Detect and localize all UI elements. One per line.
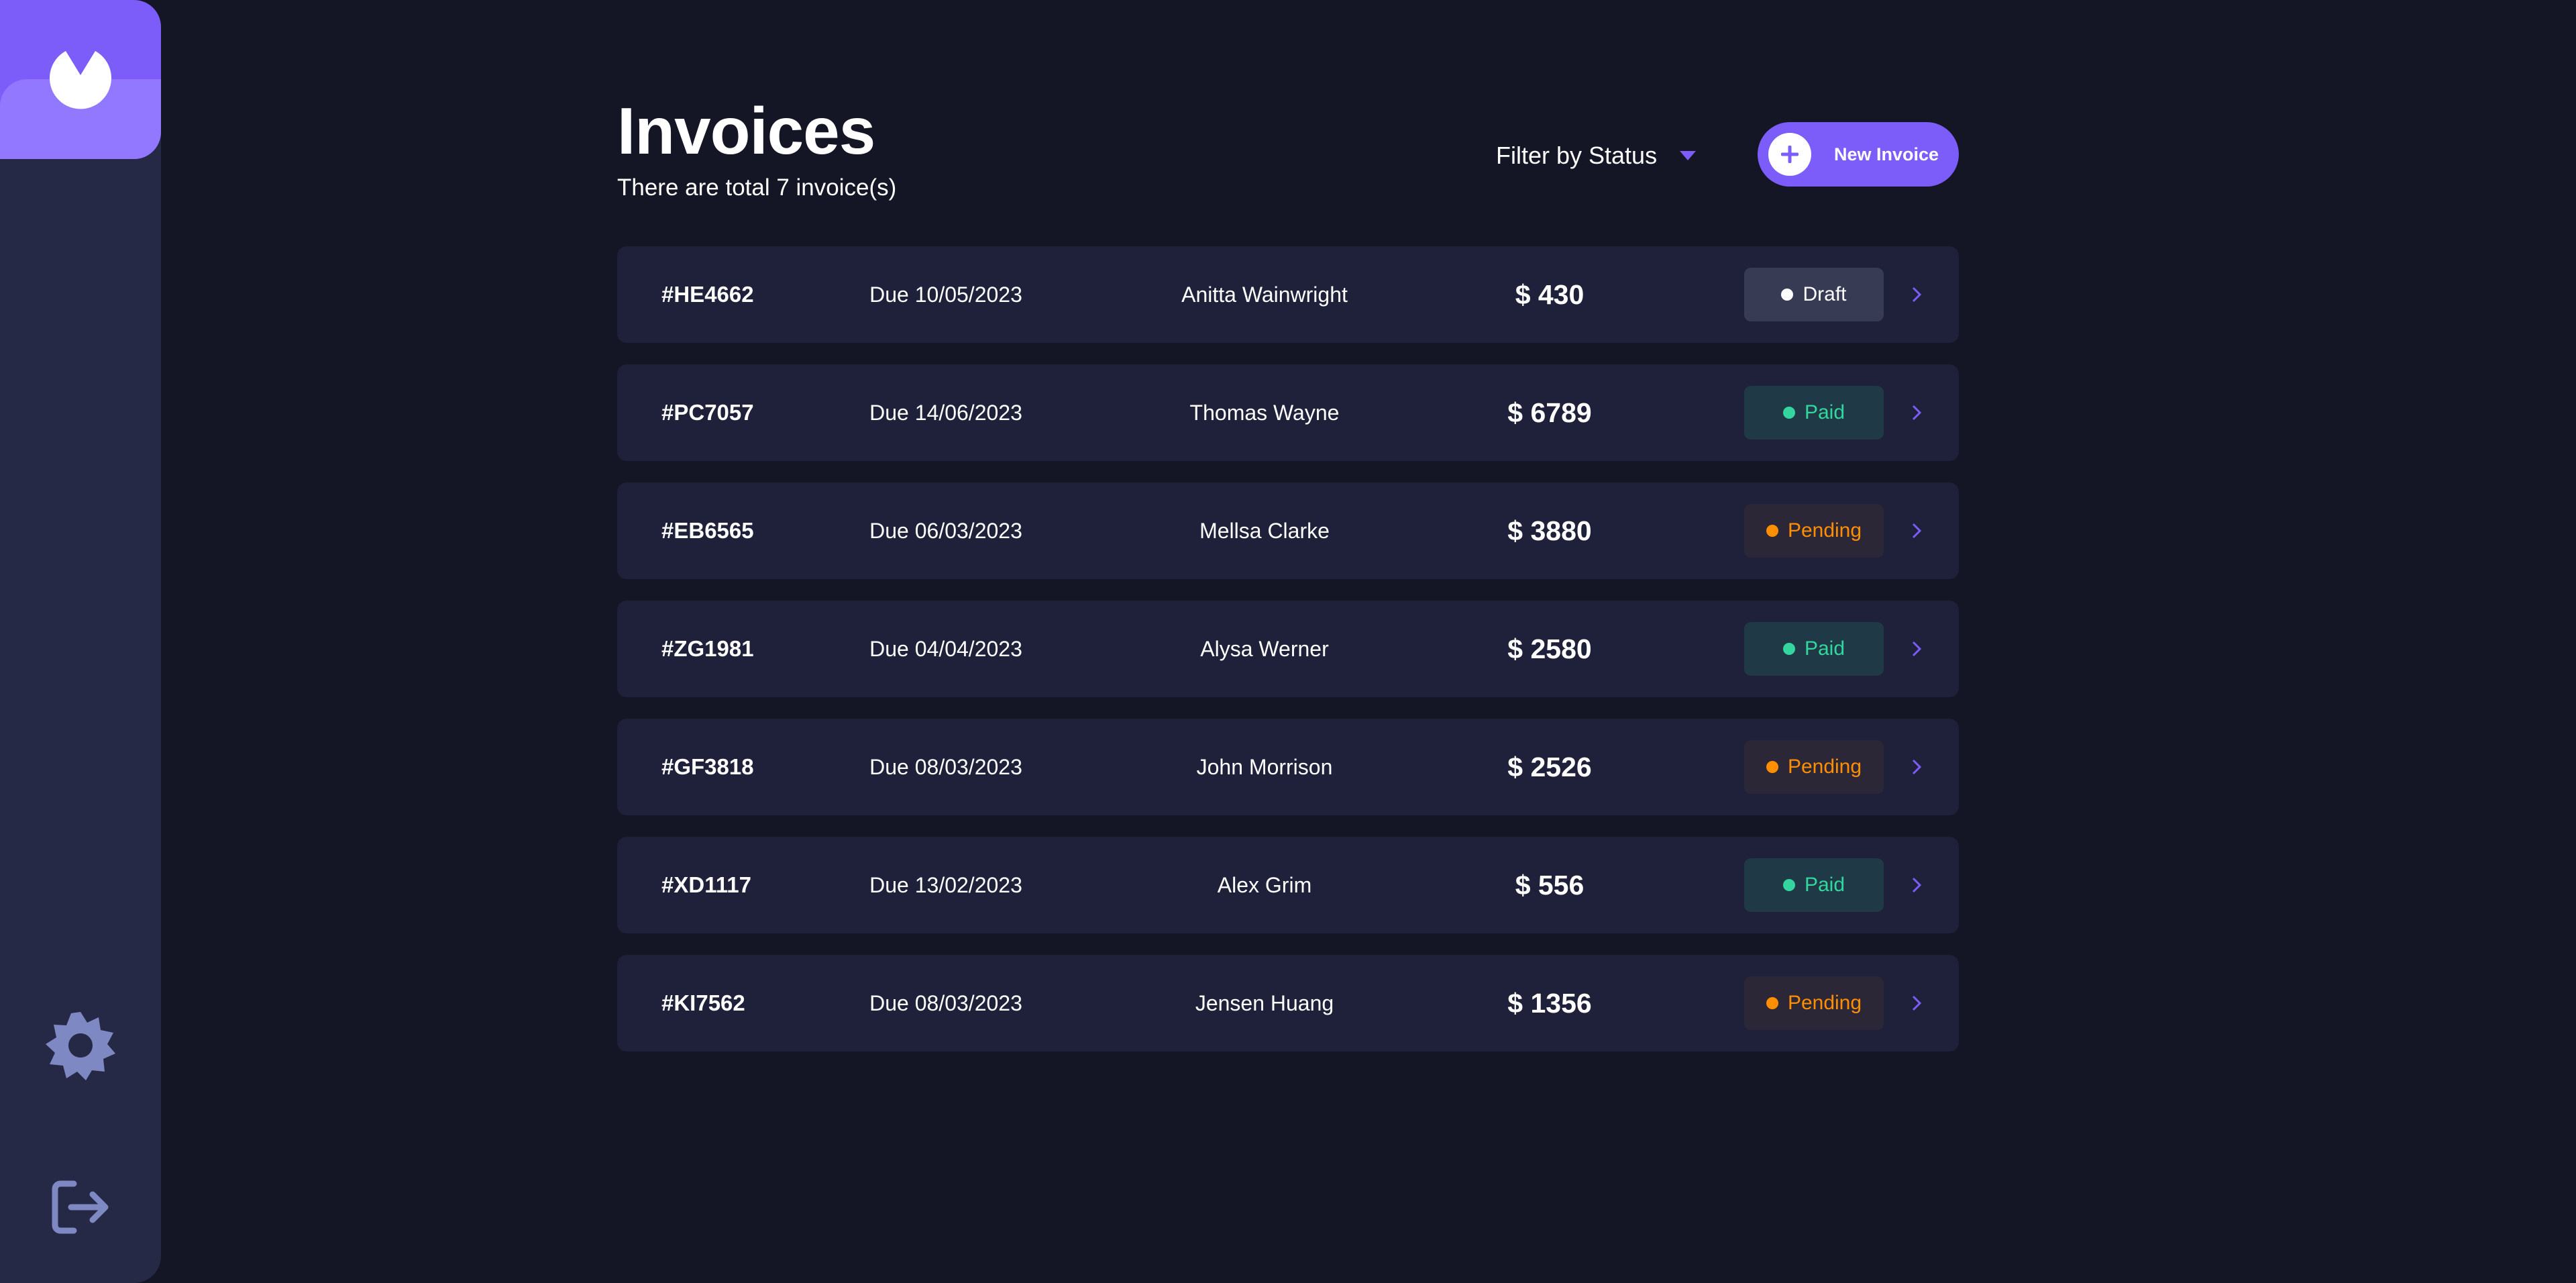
row-arrow: [1907, 955, 1927, 1051]
status-dot: [1782, 643, 1795, 655]
invoice-amount: $ 2526: [1507, 751, 1592, 782]
invoice-amount: $ 430: [1515, 278, 1585, 310]
invoice-amount: $ 6789: [1507, 397, 1592, 428]
status-dot: [1781, 289, 1794, 301]
status-dot: [1766, 525, 1778, 537]
status-cell: Pending: [1744, 719, 1884, 815]
row-arrow: [1907, 837, 1927, 933]
invoice-due-date: Due 04/04/2023: [869, 636, 1022, 661]
chevron-right-icon: [1912, 287, 1921, 303]
status-label: Paid: [1804, 637, 1845, 660]
status-label: Pending: [1787, 519, 1862, 542]
status-label: Pending: [1787, 756, 1862, 778]
caret-down-icon: [1680, 151, 1697, 160]
invoice-client-name: John Morrison: [1196, 754, 1333, 779]
invoice-id: #ZG1981: [661, 636, 754, 661]
status-cell: Draft: [1744, 246, 1884, 343]
status-label: Paid: [1804, 874, 1845, 896]
status-label: Pending: [1787, 992, 1862, 1014]
sidebar: [0, 0, 161, 1283]
invoice-count-text: There are total 7 invoice(s): [617, 174, 897, 201]
invoice-row[interactable]: #EB6565 Due 06/03/2023 Mellsa Clarke $ 3…: [617, 482, 1959, 579]
invoice-due-date: Due 13/02/2023: [869, 872, 1022, 897]
invoice-due-date: Due 08/03/2023: [869, 754, 1022, 779]
chevron-right-icon: [1912, 523, 1921, 539]
invoice-row[interactable]: #ZG1981 Due 04/04/2023 Alysa Werner $ 25…: [617, 601, 1959, 697]
status-badge: Draft: [1744, 268, 1884, 321]
row-arrow: [1907, 601, 1927, 697]
chevron-right-icon: [1912, 641, 1921, 657]
invoice-client-name: Alysa Werner: [1200, 636, 1329, 661]
status-cell: Paid: [1744, 601, 1884, 697]
new-invoice-label: New Invoice: [1834, 144, 1939, 164]
filter-by-status-dropdown[interactable]: Filter by Status: [1496, 136, 1697, 176]
row-arrow: [1907, 364, 1927, 461]
status-badge: Pending: [1744, 976, 1884, 1030]
invoice-client-name: Thomas Wayne: [1189, 400, 1340, 425]
invoice-amount: $ 2580: [1507, 633, 1592, 664]
invoice-id: #EB6565: [661, 518, 754, 543]
row-arrow: [1907, 246, 1927, 343]
invoice-row[interactable]: #HE4662 Due 10/05/2023 Anitta Wainwright…: [617, 246, 1959, 343]
filter-label: Filter by Status: [1496, 142, 1658, 169]
page-header: Invoices There are total 7 invoice(s) Fi…: [617, 94, 1959, 208]
logout-icon[interactable]: [51, 1180, 110, 1235]
page-title: Invoices: [617, 94, 875, 168]
status-cell: Paid: [1744, 837, 1884, 933]
status-badge: Pending: [1744, 504, 1884, 558]
invoice-due-date: Due 08/03/2023: [869, 990, 1022, 1015]
invoice-client-name: Alex Grim: [1217, 872, 1312, 897]
app-logo-icon: [49, 51, 111, 109]
invoice-due-date: Due 06/03/2023: [869, 518, 1022, 543]
settings-gear-icon[interactable]: [46, 1011, 115, 1080]
status-badge: Pending: [1744, 740, 1884, 794]
invoice-due-date: Due 10/05/2023: [869, 282, 1022, 307]
status-badge: Paid: [1744, 386, 1884, 440]
invoice-id: #HE4662: [661, 282, 754, 307]
invoice-row[interactable]: #XD1117 Due 13/02/2023 Alex Grim $ 556 P…: [617, 837, 1959, 933]
plus-circle: [1768, 133, 1811, 176]
invoice-id: #GF3818: [661, 754, 754, 779]
invoice-row[interactable]: #PC7057 Due 14/06/2023 Thomas Wayne $ 67…: [617, 364, 1959, 461]
chevron-right-icon: [1912, 995, 1921, 1011]
invoice-id: #XD1117: [661, 872, 751, 897]
app-logo[interactable]: [0, 0, 161, 159]
chevron-right-icon: [1912, 405, 1921, 421]
plus-icon: [1781, 146, 1799, 163]
status-label: Draft: [1803, 283, 1847, 305]
invoice-amount: $ 3880: [1507, 515, 1592, 546]
invoice-due-date: Due 14/06/2023: [869, 400, 1022, 425]
status-dot: [1766, 761, 1778, 773]
invoice-client-name: Jensen Huang: [1195, 990, 1334, 1015]
chevron-right-icon: [1912, 759, 1921, 775]
invoice-id: #PC7057: [661, 400, 754, 425]
status-dot: [1782, 879, 1795, 891]
status-dot: [1766, 997, 1778, 1009]
status-badge: Paid: [1744, 622, 1884, 676]
invoice-list: #HE4662 Due 10/05/2023 Anitta Wainwright…: [617, 246, 1959, 1073]
status-cell: Pending: [1744, 482, 1884, 579]
status-cell: Paid: [1744, 364, 1884, 461]
row-arrow: [1907, 719, 1927, 815]
chevron-right-icon: [1912, 877, 1921, 893]
invoice-client-name: Mellsa Clarke: [1199, 518, 1330, 543]
invoice-amount: $ 556: [1515, 869, 1585, 901]
invoice-row[interactable]: #GF3818 Due 08/03/2023 John Morrison $ 2…: [617, 719, 1959, 815]
status-cell: Pending: [1744, 955, 1884, 1051]
invoice-client-name: Anitta Wainwright: [1181, 282, 1348, 307]
status-dot: [1782, 407, 1795, 419]
invoice-row[interactable]: #KI7562 Due 08/03/2023 Jensen Huang $ 13…: [617, 955, 1959, 1051]
new-invoice-button[interactable]: New Invoice: [1758, 122, 1959, 187]
status-badge: Paid: [1744, 858, 1884, 912]
row-arrow: [1907, 482, 1927, 579]
status-label: Paid: [1804, 401, 1845, 423]
invoice-amount: $ 1356: [1507, 987, 1592, 1019]
invoice-id: #KI7562: [661, 990, 745, 1015]
